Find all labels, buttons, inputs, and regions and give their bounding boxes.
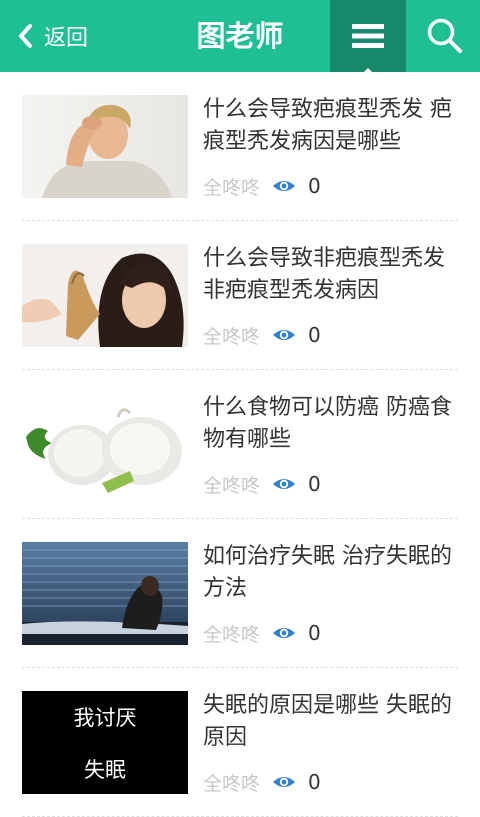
man-holding-head-photo [22,95,188,198]
list-item[interactable]: 什么会导致非疤痕型秃发 非疤痕型秃发病因 全咚咚 0 [22,221,458,370]
menu-button[interactable] [330,0,406,73]
back-button[interactable]: 返回 [0,0,110,72]
article-thumbnail[interactable] [22,95,188,198]
article-author: 全咚咚 [203,623,261,646]
thumb-text-line1: 我讨厌 [74,706,137,730]
article-author: 全咚咚 [203,325,261,348]
article-author: 全咚咚 [203,772,261,795]
chevron-left-icon [19,24,32,48]
article-author: 全咚咚 [203,176,261,199]
article-title[interactable]: 什么会导致非疤痕型秃发 非疤痕型秃发病因 [203,243,453,307]
top-bar: 返回 图老师 [0,0,480,73]
article-meta: 全咚咚 0 [203,470,321,498]
search-icon [427,18,462,53]
view-count: 0 [308,770,321,794]
thumb-text-line2: 失眠 [84,758,126,782]
man-sitting-on-bed-photo [22,542,188,645]
view-count: 0 [308,472,321,496]
eye-icon [273,479,296,489]
article-meta: 全咚咚 0 [203,321,321,349]
list-item[interactable]: 如何治疗失眠 治疗失眠的方法 全咚咚 0 [22,519,458,668]
woman-with-hair-comb-photo [22,244,188,347]
eye-icon [273,330,296,340]
article-meta: 全咚咚 0 [203,172,321,200]
article-author: 全咚咚 [203,474,261,497]
article-thumbnail[interactable] [22,244,188,347]
eye-icon [273,628,296,638]
menu-icon [352,24,384,48]
article-title[interactable]: 什么食物可以防癌 防癌食物有哪些 [203,392,453,456]
article-meta: 全咚咚 0 [203,619,321,647]
article-title[interactable]: 如何治疗失眠 治疗失眠的方法 [203,541,453,605]
garlic-photo [22,393,188,496]
eye-icon [273,181,296,191]
article-thumbnail[interactable]: 我讨厌 失眠 [22,691,188,794]
view-count: 0 [308,174,321,198]
search-button[interactable] [410,0,480,72]
view-count: 0 [308,323,321,347]
insomnia-text-image: 我讨厌 失眠 [22,691,188,794]
eye-icon [273,777,296,787]
app-title: 图老师 [196,19,284,53]
article-title[interactable]: 失眠的原因是哪些 失眠的原因 [203,690,453,754]
back-label: 返回 [44,26,89,51]
article-meta: 全咚咚 0 [203,768,321,796]
article-thumbnail[interactable] [22,542,188,645]
article-title[interactable]: 什么会导致疤痕型秃发 疤痕型秃发病因是哪些 [203,94,453,158]
list-item[interactable]: 我讨厌 失眠 失眠的原因是哪些 失眠的原因 全咚咚 0 [22,668,458,817]
article-list: 什么会导致疤痕型秃发 疤痕型秃发病因是哪些 全咚咚 0 什么会导致非疤痕型秃发 … [22,72,458,817]
view-count: 0 [308,621,321,645]
article-thumbnail[interactable] [22,393,188,496]
list-item[interactable]: 什么会导致疤痕型秃发 疤痕型秃发病因是哪些 全咚咚 0 [22,72,458,221]
list-item[interactable]: 什么食物可以防癌 防癌食物有哪些 全咚咚 0 [22,370,458,519]
